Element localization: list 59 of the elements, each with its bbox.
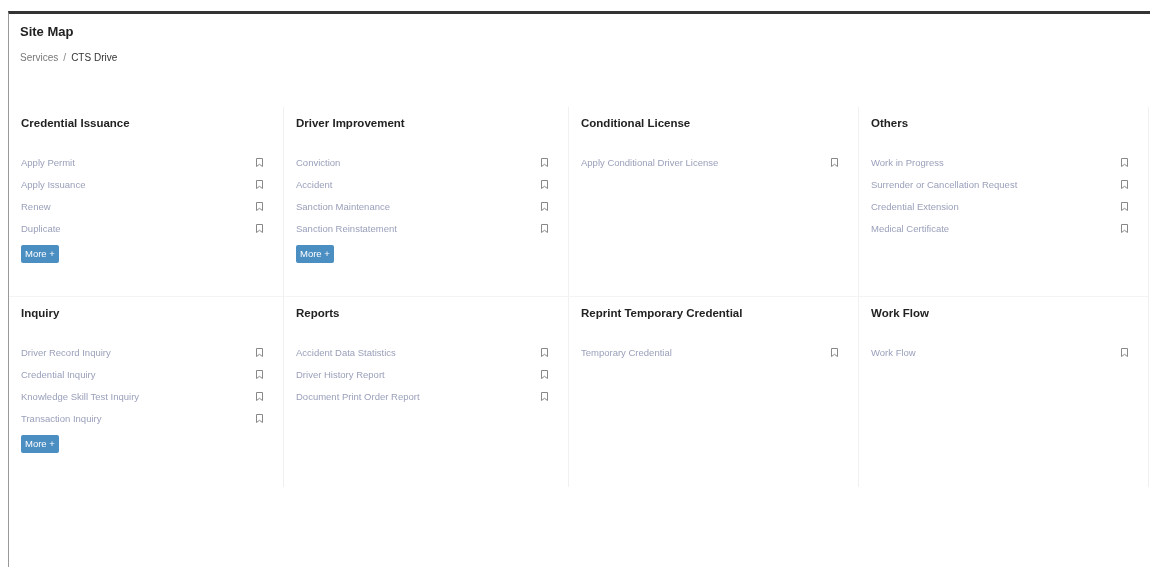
- bookmark-icon[interactable]: [541, 180, 548, 190]
- service-link[interactable]: Document Print Order Report: [296, 389, 420, 404]
- service-link[interactable]: Renew: [21, 199, 51, 214]
- bookmark-icon[interactable]: [256, 224, 263, 234]
- service-link[interactable]: Apply Permit: [21, 155, 75, 170]
- bookmark-icon[interactable]: [1121, 202, 1128, 212]
- service-link[interactable]: Knowledge Skill Test Inquiry: [21, 389, 140, 404]
- service-link[interactable]: Credential Inquiry: [21, 367, 96, 382]
- service-link[interactable]: Conviction: [296, 155, 341, 170]
- page-title: Site Map: [20, 23, 75, 41]
- service-link[interactable]: Sanction Maintenance: [296, 199, 390, 214]
- section-heading: Others: [871, 115, 910, 131]
- section-heading: Reprint Temporary Credential: [581, 305, 744, 321]
- bookmark-icon[interactable]: [256, 370, 263, 380]
- bookmark-icon[interactable]: [831, 158, 838, 168]
- bookmark-icon[interactable]: [541, 348, 548, 358]
- bookmark-icon[interactable]: [541, 392, 548, 402]
- breadcrumb-link[interactable]: Services: [20, 49, 59, 65]
- section-heading: Work Flow: [871, 305, 930, 321]
- bookmark-icon[interactable]: [1121, 158, 1128, 168]
- section-heading: Inquiry: [21, 305, 61, 321]
- section-heading: Credential Issuance: [21, 115, 131, 131]
- bookmark-icon[interactable]: [256, 414, 263, 424]
- more-button[interactable]: More +: [21, 434, 59, 453]
- bookmark-icon[interactable]: [256, 180, 263, 190]
- service-link[interactable]: Driver History Report: [296, 367, 385, 382]
- service-link[interactable]: Temporary Credential: [581, 345, 672, 360]
- service-link[interactable]: Duplicate: [21, 221, 61, 236]
- service-link[interactable]: Surrender or Cancellation Request: [871, 177, 1018, 192]
- bookmark-icon[interactable]: [541, 370, 548, 380]
- more-button[interactable]: More +: [21, 244, 59, 263]
- breadcrumb-separator: /: [63, 50, 67, 65]
- service-link[interactable]: Apply Issuance: [21, 177, 86, 192]
- service-link[interactable]: Sanction Reinstatement: [296, 221, 397, 236]
- bookmark-icon[interactable]: [541, 202, 548, 212]
- service-link[interactable]: Work in Progress: [871, 155, 944, 170]
- bookmark-icon[interactable]: [831, 348, 838, 358]
- bookmark-icon[interactable]: [1121, 348, 1128, 358]
- bookmark-icon[interactable]: [256, 202, 263, 212]
- bookmark-icon[interactable]: [256, 348, 263, 358]
- service-link[interactable]: Work Flow: [871, 345, 916, 360]
- service-link[interactable]: Driver Record Inquiry: [21, 345, 111, 360]
- service-link[interactable]: Medical Certificate: [871, 221, 950, 236]
- service-link[interactable]: Transaction Inquiry: [21, 411, 102, 426]
- section-heading: Reports: [296, 305, 341, 321]
- bookmark-icon[interactable]: [256, 158, 263, 168]
- service-link[interactable]: Accident: [296, 177, 333, 192]
- service-link[interactable]: Credential Extension: [871, 199, 959, 214]
- bookmark-icon[interactable]: [1121, 224, 1128, 234]
- bookmark-icon[interactable]: [541, 158, 548, 168]
- section-heading: Conditional License: [581, 115, 692, 131]
- service-link[interactable]: Apply Conditional Driver License: [581, 155, 719, 170]
- service-link[interactable]: Accident Data Statistics: [296, 345, 396, 360]
- bookmark-icon[interactable]: [256, 392, 263, 402]
- section-heading: Driver Improvement: [296, 115, 406, 131]
- bookmark-icon[interactable]: [1121, 180, 1128, 190]
- more-button[interactable]: More +: [296, 244, 334, 263]
- breadcrumb-link[interactable]: CTS Drive: [71, 49, 118, 65]
- bookmark-icon[interactable]: [541, 224, 548, 234]
